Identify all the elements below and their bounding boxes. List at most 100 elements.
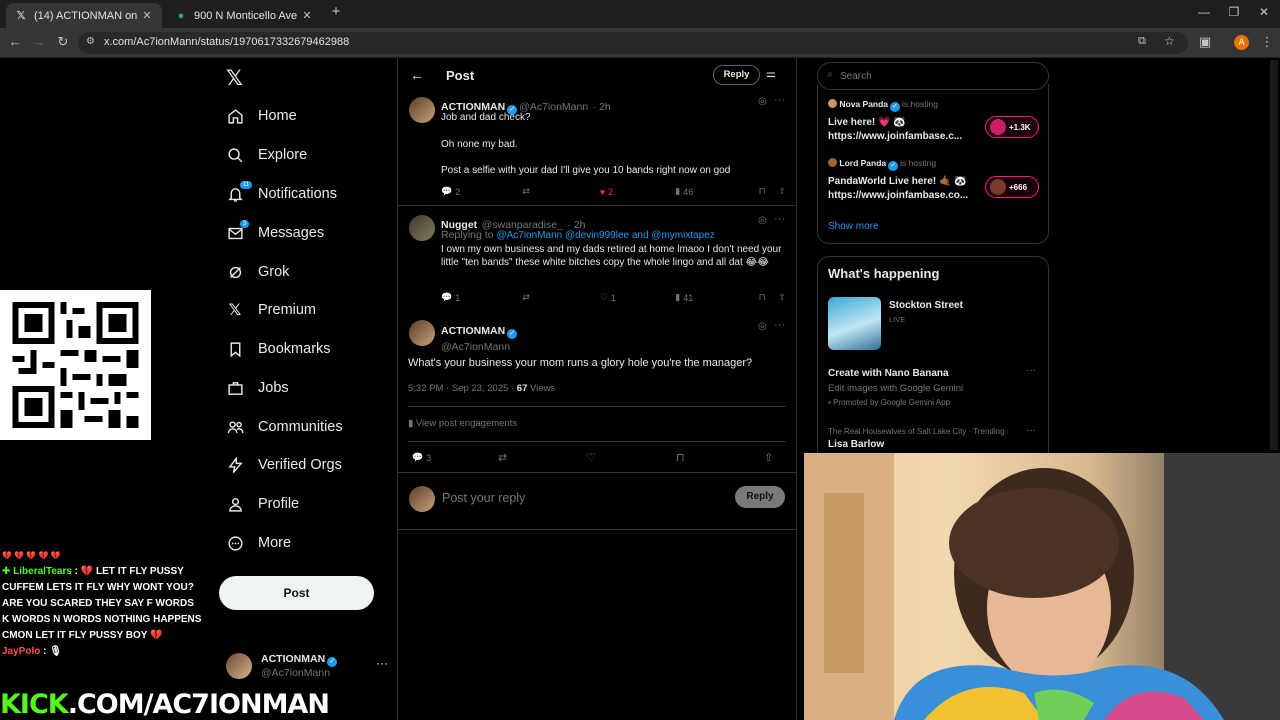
view-engagements-link[interactable]: ▮ View post engagements [408, 418, 517, 429]
chat-message: JayPolo : 🎙 [2, 644, 202, 660]
reply-action[interactable]: 💬 3 [412, 452, 498, 463]
nav-label: Communities [258, 419, 343, 435]
nav-communities[interactable]: Communities [226, 413, 343, 441]
show-more-link[interactable]: Show more [828, 221, 879, 232]
grok-icon[interactable]: ◎ [758, 96, 767, 107]
back-icon[interactable]: ← [6, 34, 24, 49]
like-action[interactable]: ♡ 1 [600, 292, 675, 303]
side-panel-icon[interactable]: ▣ [1196, 34, 1214, 50]
site-info-icon[interactable]: ⚙ [86, 36, 95, 47]
trend-context: The Real Housewives of Salt Lake City · … [828, 427, 1005, 436]
heart-icon[interactable]: ♡ [586, 451, 676, 464]
nav-notifications[interactable]: 11 Notifications [226, 180, 337, 208]
chat-message: ✚ LiberalTears : 💔 LET IT FLY PUSSY CUFF… [2, 564, 202, 644]
share-icon[interactable]: ⇧ [778, 186, 786, 197]
close-window-icon[interactable]: ✕ [1254, 5, 1274, 19]
post-button[interactable]: Post [219, 576, 374, 610]
views-action[interactable]: ▮ 41 [675, 292, 758, 303]
forward-icon[interactable]: → [30, 34, 48, 49]
nav-premium[interactable]: 𝕏 Premium [226, 296, 316, 324]
trend-title[interactable]: Create with Nano Banana [828, 368, 949, 379]
avatar[interactable] [409, 215, 435, 241]
replying-to-handles[interactable]: @Ac7ionMann @devin999lee and @mymixtapez [496, 230, 714, 241]
trend-title[interactable]: Lisa Barlow [828, 439, 884, 450]
reply-submit-button[interactable]: Reply [735, 486, 785, 508]
restore-icon[interactable]: ❐ [1224, 5, 1244, 19]
reply-input[interactable]: Post your reply [442, 491, 525, 505]
bookmark-icon[interactable]: ⊓ [676, 451, 764, 464]
share-icon[interactable]: ⇧ [778, 292, 786, 303]
repost-action[interactable]: ⇄ [522, 186, 599, 197]
reload-icon[interactable]: ↻ [54, 34, 72, 50]
nav-verified-orgs[interactable]: Verified Orgs [226, 451, 342, 479]
trend-thumbnail[interactable] [828, 297, 881, 350]
author-handle[interactable]: @Ac7ionMann [441, 341, 519, 353]
reply-action[interactable]: 💬 2 [441, 186, 522, 197]
more-options-icon[interactable]: ··· [1026, 425, 1036, 436]
listeners-pill[interactable]: +1.3K [985, 116, 1039, 138]
live-title[interactable]: Live here! 💗 🐼 https://www.joinfambase.c.… [828, 116, 962, 144]
nav-messages[interactable]: 3 Messages [226, 219, 324, 247]
back-arrow-icon[interactable]: ← [410, 67, 424, 83]
grok-icon[interactable]: ◎ [758, 321, 767, 332]
post-datetime[interactable]: 5:32 PM · Sep 23, 2025 · [408, 383, 517, 394]
listener-count: +1.3K [1009, 122, 1031, 132]
nav-bookmarks[interactable]: Bookmarks [226, 335, 331, 363]
avatar[interactable] [409, 97, 435, 123]
settings-sliders-icon[interactable]: ⚌ [766, 67, 776, 80]
like-action[interactable]: ♥ 2 [600, 187, 675, 197]
more-options-icon[interactable]: ··· [774, 319, 785, 331]
reply-action[interactable]: 💬 1 [441, 292, 522, 303]
bookmark-icon[interactable]: ⊓ [759, 186, 779, 197]
address-bar[interactable]: ⚙ x.com/Ac7ionMann/status/19706173326794… [78, 32, 1188, 54]
account-switcher[interactable]: ACTIONMAN ✓ @Ac7ionMann ··· [226, 648, 396, 684]
repost-action[interactable]: ⇄ [522, 292, 599, 303]
live-host[interactable]: Lord Panda ✓ is hosting [828, 158, 936, 171]
timestamp[interactable]: · 2h [593, 101, 611, 113]
views-action[interactable]: ▮ 46 [675, 186, 758, 197]
nav-more[interactable]: More [226, 529, 291, 557]
trend-title[interactable]: Stockton Street [889, 300, 963, 311]
bookmark-star-icon[interactable]: ☆ [1164, 34, 1175, 48]
chrome-menu-icon[interactable]: ⋮ [1258, 34, 1276, 50]
nav-profile[interactable]: Profile [226, 490, 299, 518]
close-tab-icon[interactable]: ✕ [140, 9, 154, 22]
more-options-icon[interactable]: ··· [376, 656, 388, 670]
reply-header-button[interactable]: Reply [713, 65, 760, 85]
chat-username: JayPolo [2, 646, 41, 657]
more-options-icon[interactable]: ··· [1026, 365, 1036, 376]
grok-icon[interactable]: ◎ [758, 215, 767, 226]
nav-explore[interactable]: Explore [226, 141, 307, 169]
left-navigation: 𝕏 Home Explore 11 Notifications 3 Messag… [218, 58, 396, 720]
browser-tab-x[interactable]: 𝕏 (14) ACTIONMAN on X: "@swan ✕ [6, 3, 162, 28]
profile-avatar[interactable]: A [1234, 35, 1249, 50]
live-host[interactable]: Nova Panda ✓ is hosting [828, 99, 938, 112]
avatar[interactable] [409, 320, 435, 346]
nav-home[interactable]: Home [226, 102, 297, 130]
tweet-actions: 💬 1 ⇄ ♡ 1 ▮ 41 ⊓ ⇧ [441, 292, 786, 303]
bookmark-icon[interactable]: ⊓ [759, 292, 779, 303]
author-name[interactable]: ACTIONMAN [441, 325, 505, 337]
listeners-pill[interactable]: +666 [985, 176, 1039, 198]
reply-count: 3 [426, 452, 432, 463]
live-title[interactable]: PandaWorld Live here! 🤙🏾 🐼 https://www.jo… [828, 175, 968, 203]
stream-chat-overlay: 💔 💔 💔 💔 💔 ✚ LiberalTears : 💔 LET IT FLY … [2, 548, 202, 660]
nav-jobs[interactable]: Jobs [226, 374, 289, 402]
lightning-icon [226, 456, 244, 474]
install-app-icon[interactable]: ⧉ [1138, 35, 1146, 48]
tweet-text: I own my own business and my dads retire… [441, 244, 782, 268]
new-tab-button[interactable]: + [326, 3, 346, 20]
close-tab-icon[interactable]: ✕ [300, 9, 314, 22]
page-scrollbar[interactable] [1270, 60, 1278, 450]
browser-tab-maps[interactable]: ● 900 N Monticello Ave - Google ✕ [166, 3, 322, 28]
x-logo-icon[interactable]: 𝕏 [226, 66, 246, 90]
repost-icon[interactable]: ⇄ [498, 451, 586, 464]
reply-count: 1 [455, 292, 461, 303]
avatar [990, 179, 1006, 195]
share-icon[interactable]: ⇧ [764, 451, 773, 464]
nav-label: Messages [258, 225, 325, 241]
more-options-icon[interactable]: ··· [774, 213, 785, 225]
more-options-icon[interactable]: ··· [774, 94, 785, 106]
minimize-icon[interactable]: — [1194, 5, 1214, 19]
nav-grok[interactable]: Grok [226, 258, 289, 286]
